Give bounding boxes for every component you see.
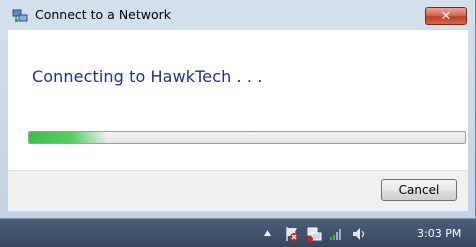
wireless-signal-icon[interactable] [328, 226, 344, 242]
speaker-icon[interactable] [351, 226, 367, 242]
title-bar[interactable]: Connect to a Network ✕ [0, 0, 476, 30]
show-hidden-icons-arrow[interactable] [263, 229, 272, 237]
action-center-flag-icon[interactable] [284, 226, 300, 242]
connecting-heading: Connecting to HawkTech . . . [32, 67, 263, 86]
cancel-button[interactable]: Cancel [381, 179, 457, 201]
connect-network-dialog: Connect to a Network ✕ Connecting to Haw… [0, 0, 476, 218]
network-connect-icon [12, 9, 28, 22]
taskbar: 3:03 PM [0, 218, 476, 247]
progress-fill [29, 132, 108, 143]
network-icon[interactable] [306, 226, 322, 242]
taskbar-clock[interactable]: 3:03 PM [417, 227, 461, 240]
window-title: Connect to a Network [35, 7, 172, 22]
close-button[interactable]: ✕ [425, 7, 467, 25]
connection-progress-bar [28, 131, 466, 144]
dialog-content: Connecting to HawkTech . . . [8, 30, 468, 170]
dialog-footer: Cancel [8, 170, 468, 211]
close-icon: ✕ [440, 8, 452, 24]
